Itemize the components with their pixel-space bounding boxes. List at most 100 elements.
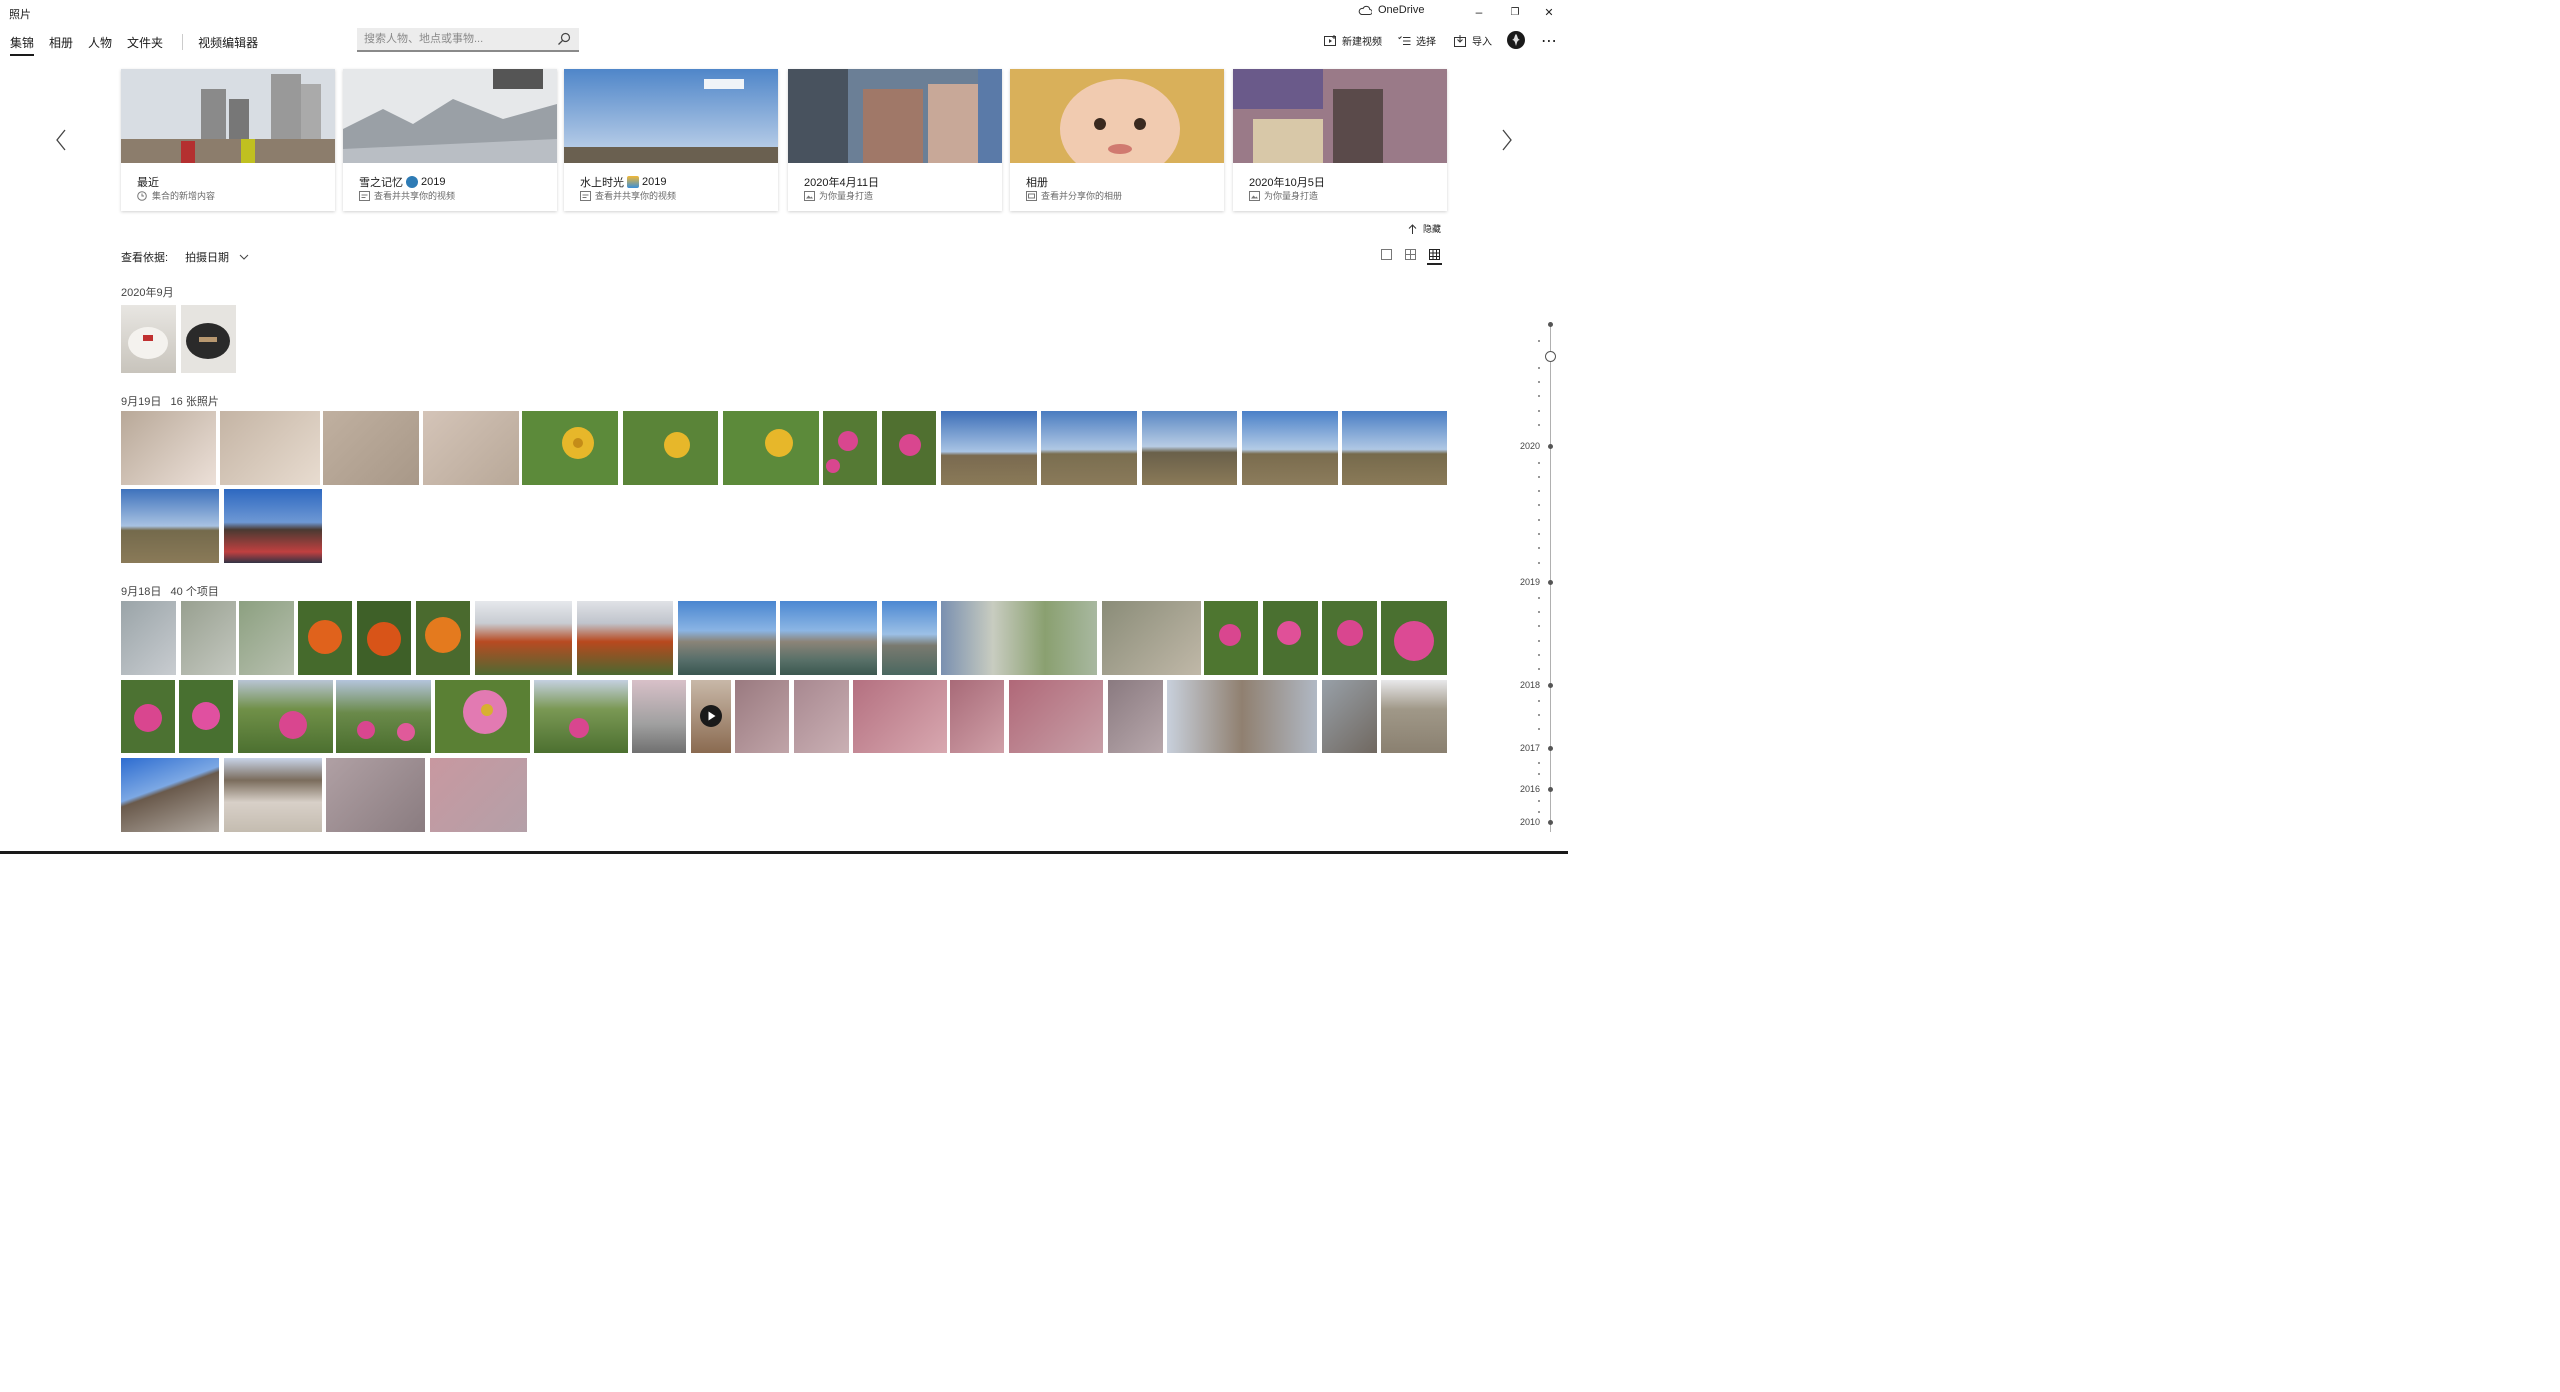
photo-thumbnail[interactable] bbox=[632, 680, 686, 753]
photo-thumbnail[interactable] bbox=[534, 680, 628, 753]
search-input[interactable] bbox=[357, 28, 547, 50]
photo-thumbnail[interactable] bbox=[298, 601, 352, 675]
photo-thumbnail[interactable] bbox=[239, 601, 294, 675]
photo-thumbnail[interactable] bbox=[416, 601, 470, 675]
photo-thumbnail[interactable] bbox=[238, 680, 333, 753]
timeline-year-label[interactable]: 2020 bbox=[1520, 441, 1540, 451]
photo-thumbnail[interactable] bbox=[1242, 411, 1338, 485]
timeline-marker[interactable] bbox=[1548, 580, 1553, 585]
photo-thumbnail[interactable] bbox=[121, 758, 219, 832]
photo-thumbnail[interactable] bbox=[1342, 411, 1447, 485]
timeline-year-label[interactable]: 2019 bbox=[1520, 577, 1540, 587]
photo-thumbnail[interactable] bbox=[121, 680, 175, 753]
timeline-track[interactable] bbox=[1550, 324, 1551, 832]
photo-thumbnail[interactable] bbox=[326, 758, 425, 832]
collection-card[interactable]: 相册 查看并分享你的相册 bbox=[1010, 69, 1224, 211]
tab-collection[interactable]: 集锦 bbox=[10, 34, 49, 56]
photo-thumbnail[interactable] bbox=[941, 601, 1097, 675]
photo-thumbnail[interactable] bbox=[1041, 411, 1137, 485]
photo-thumbnail[interactable] bbox=[435, 680, 530, 753]
small-tiles-icon[interactable] bbox=[1429, 249, 1440, 260]
tab-folders[interactable]: 文件夹 bbox=[127, 34, 178, 51]
photo-thumbnail[interactable] bbox=[882, 411, 936, 485]
photo-thumbnail[interactable] bbox=[179, 680, 233, 753]
photo-thumbnail[interactable] bbox=[1142, 411, 1237, 485]
photo-thumbnail[interactable] bbox=[357, 601, 411, 675]
view-by-dropdown[interactable]: 拍摄日期 bbox=[185, 249, 249, 265]
timeline-marker[interactable] bbox=[1548, 820, 1553, 825]
photo-thumbnail[interactable] bbox=[323, 411, 419, 485]
carousel-next-icon[interactable] bbox=[1500, 128, 1514, 152]
photo-thumbnail[interactable] bbox=[1102, 601, 1201, 675]
collection-card[interactable]: 雪之记忆 2019 查看并共享你的视频 bbox=[343, 69, 557, 211]
hide-collections-button[interactable]: 隐藏 bbox=[1408, 222, 1441, 235]
collection-card[interactable]: 2020年4月11日 为你量身打造 bbox=[788, 69, 1002, 211]
photo-thumbnail[interactable] bbox=[577, 601, 673, 675]
photo-thumbnail[interactable] bbox=[794, 680, 849, 753]
close-button[interactable]: ✕ bbox=[1532, 0, 1566, 24]
new-video-button[interactable]: 新建视频 bbox=[1324, 33, 1382, 48]
timeline-year-label[interactable]: 2010 bbox=[1520, 817, 1540, 827]
timeline-marker[interactable] bbox=[1548, 787, 1553, 792]
timeline-handle[interactable] bbox=[1545, 351, 1556, 362]
photo-thumbnail[interactable] bbox=[1322, 680, 1377, 753]
timeline-marker[interactable] bbox=[1548, 746, 1553, 751]
photo-thumbnail[interactable] bbox=[522, 411, 618, 485]
photo-thumbnail[interactable] bbox=[121, 411, 216, 485]
collection-card[interactable]: 2020年10月5日 为你量身打造 bbox=[1233, 69, 1447, 211]
photo-thumbnail[interactable] bbox=[678, 601, 776, 675]
photo-thumbnail[interactable] bbox=[121, 489, 219, 563]
photo-thumbnail[interactable] bbox=[475, 601, 572, 675]
tab-video-editor[interactable]: 视频编辑器 bbox=[198, 34, 273, 51]
carousel-prev-icon[interactable] bbox=[54, 128, 68, 152]
photo-thumbnail[interactable] bbox=[1167, 680, 1317, 753]
photo-thumbnail[interactable] bbox=[224, 489, 322, 563]
photo-thumbnail[interactable] bbox=[1204, 601, 1258, 675]
timeline-year-label[interactable]: 2016 bbox=[1520, 784, 1540, 794]
onedrive-button[interactable]: OneDrive bbox=[1358, 4, 1424, 16]
photo-thumbnail[interactable] bbox=[941, 411, 1037, 485]
photo-thumbnail[interactable] bbox=[121, 305, 176, 373]
photo-thumbnail[interactable] bbox=[853, 680, 947, 753]
photo-thumbnail[interactable] bbox=[1322, 601, 1377, 675]
photo-thumbnail[interactable] bbox=[121, 601, 176, 675]
minimize-button[interactable]: – bbox=[1462, 0, 1496, 24]
collection-card[interactable]: 最近 集合的新增内容 bbox=[121, 69, 335, 211]
photo-thumbnail[interactable] bbox=[735, 680, 789, 753]
photo-thumbnail[interactable] bbox=[430, 758, 527, 832]
photo-thumbnail[interactable] bbox=[423, 411, 519, 485]
photo-thumbnail[interactable] bbox=[336, 680, 431, 753]
search-icon[interactable] bbox=[557, 32, 571, 46]
timeline-marker[interactable] bbox=[1548, 683, 1553, 688]
photo-thumbnail[interactable] bbox=[623, 411, 718, 485]
timeline-marker[interactable] bbox=[1548, 322, 1553, 327]
photo-thumbnail[interactable] bbox=[882, 601, 937, 675]
timeline-year-label[interactable]: 2017 bbox=[1520, 743, 1540, 753]
tab-people[interactable]: 人物 bbox=[88, 34, 127, 51]
photo-thumbnail[interactable] bbox=[220, 411, 320, 485]
photo-thumbnail[interactable] bbox=[1108, 680, 1163, 753]
photo-thumbnail[interactable] bbox=[1381, 601, 1447, 675]
large-tiles-icon[interactable] bbox=[1381, 249, 1392, 260]
avatar[interactable] bbox=[1507, 31, 1525, 49]
photo-thumbnail[interactable] bbox=[1009, 680, 1103, 753]
photo-thumbnail[interactable] bbox=[823, 411, 877, 485]
more-button[interactable]: ⋯ bbox=[1541, 31, 1558, 51]
photo-thumbnail[interactable] bbox=[1381, 680, 1447, 753]
timeline-marker[interactable] bbox=[1548, 444, 1553, 449]
photo-thumbnail[interactable] bbox=[723, 411, 819, 485]
timeline-year-label[interactable]: 2018 bbox=[1520, 680, 1540, 690]
photo-thumbnail[interactable] bbox=[181, 305, 236, 373]
photo-thumbnail[interactable] bbox=[780, 601, 877, 675]
photo-thumbnail[interactable] bbox=[950, 680, 1004, 753]
select-button[interactable]: 选择 bbox=[1398, 33, 1436, 48]
medium-tiles-icon[interactable] bbox=[1405, 249, 1416, 260]
collection-card[interactable]: 水上时光 2019 查看并共享你的视频 bbox=[564, 69, 778, 211]
video-thumbnail[interactable] bbox=[691, 680, 731, 753]
photo-thumbnail[interactable] bbox=[224, 758, 322, 832]
restore-button[interactable]: ❐ bbox=[1498, 0, 1532, 24]
import-button[interactable]: 导入 bbox=[1454, 33, 1492, 48]
tab-albums[interactable]: 相册 bbox=[49, 34, 88, 51]
photo-thumbnail[interactable] bbox=[1263, 601, 1318, 675]
photo-thumbnail[interactable] bbox=[181, 601, 236, 675]
